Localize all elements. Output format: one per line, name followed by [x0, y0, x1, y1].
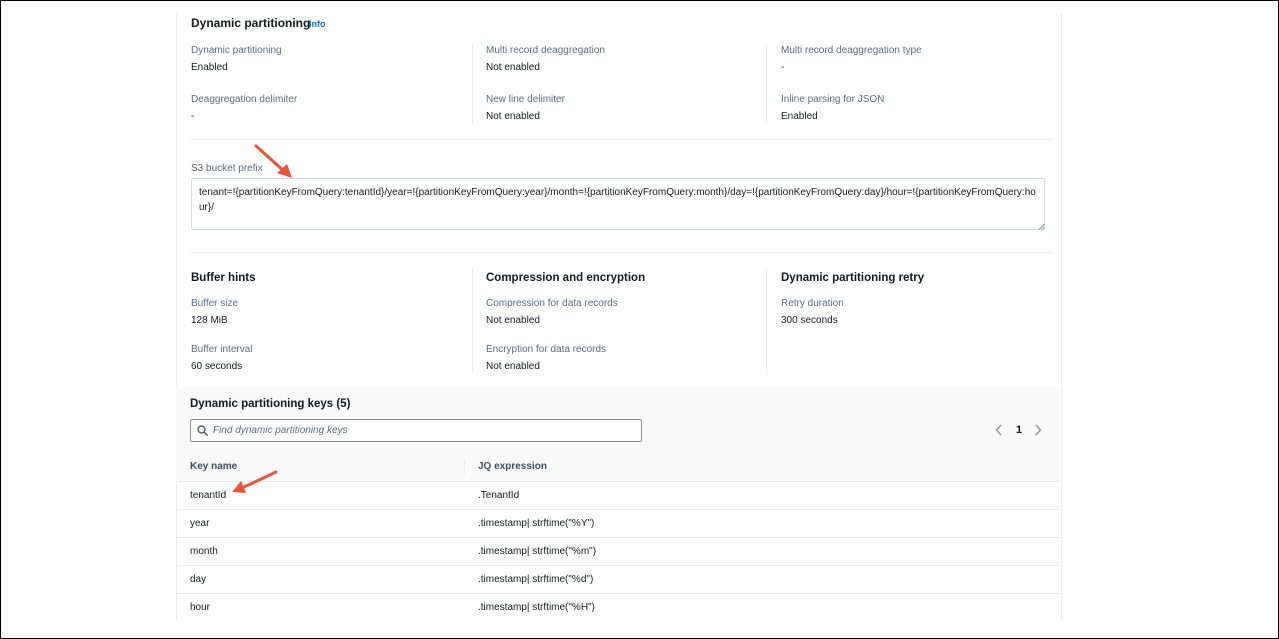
column-divider [472, 44, 473, 124]
chevron-right-icon[interactable] [1034, 424, 1042, 436]
arrow-annotation-icon [232, 470, 278, 493]
field-label: Buffer size [191, 298, 239, 309]
section-divider [191, 252, 1054, 253]
field-value: Not enabled [486, 111, 540, 122]
search-icon [197, 425, 208, 436]
arrow-annotation-icon [254, 144, 292, 178]
field-label: Dynamic partitioning [191, 45, 282, 56]
jq-expression-cell: .timestamp| strftime("%d") [478, 574, 594, 585]
section-divider [191, 139, 1054, 140]
table-row: hour .timestamp| strftime("%H") [176, 593, 1060, 622]
section-title-buffer-hints: Buffer hints [191, 272, 256, 284]
table-row: tenantId .TenantId [176, 481, 1060, 510]
table-row: month .timestamp| strftime("%m") [176, 537, 1060, 566]
info-link[interactable]: Info [309, 19, 326, 29]
keys-search-input[interactable] [213, 423, 633, 438]
field-label: Encryption for data records [486, 344, 607, 355]
keys-table-title: Dynamic partitioning keys (5) [190, 398, 351, 410]
field-value: - [781, 62, 785, 73]
field-value: Enabled [781, 111, 818, 122]
chevron-left-icon[interactable] [995, 424, 1003, 436]
column-divider [766, 268, 767, 374]
column-divider [766, 44, 767, 124]
jq-expression-cell: .timestamp| strftime("%H") [478, 602, 595, 613]
field-label: Compression for data records [486, 298, 618, 309]
field-value: Not enabled [486, 62, 540, 73]
key-name-cell: tenantId [190, 490, 227, 501]
field-label: Deaggregation delimiter [191, 94, 298, 105]
field-label: New line delimiter [486, 94, 565, 105]
field-value: Enabled [191, 62, 228, 73]
field-value: - [191, 111, 195, 122]
current-page-number[interactable]: 1 [1016, 424, 1022, 436]
column-header-divider [464, 459, 465, 474]
section-title-compression: Compression and encryption [486, 272, 646, 284]
field-value: Not enabled [486, 315, 540, 326]
section-title-dynamic-partitioning: Dynamic partitioning [191, 16, 311, 30]
field-value: 128 MiB [191, 315, 228, 326]
column-header-jq-expression: JQ expression [478, 461, 547, 472]
field-value: Not enabled [486, 361, 540, 372]
table-row: day .timestamp| strftime("%d") [176, 565, 1060, 594]
field-label: Multi record deaggregation [486, 45, 605, 56]
key-name-cell: day [190, 574, 207, 585]
field-label: Multi record deaggregation type [781, 45, 922, 56]
column-divider [472, 268, 473, 374]
jq-expression-cell: .timestamp| strftime("%m") [478, 546, 597, 557]
s3-prefix-textarea[interactable]: tenant=!{partitionKeyFromQuery:tenantId}… [191, 178, 1045, 230]
resize-grip-icon[interactable] [1038, 223, 1045, 230]
jq-expression-cell: .timestamp| strftime("%Y") [478, 518, 595, 529]
field-value: 300 seconds [781, 315, 838, 326]
section-title-retry: Dynamic partitioning retry [781, 272, 925, 284]
field-label: Inline parsing for JSON [781, 94, 885, 105]
key-name-cell: month [190, 546, 218, 557]
field-value: 60 seconds [191, 361, 243, 372]
key-name-cell: hour [190, 602, 211, 613]
table-row: year .timestamp| strftime("%Y") [176, 509, 1060, 538]
field-label: Retry duration [781, 298, 844, 309]
key-name-cell: year [190, 518, 210, 529]
keys-table-header: Key name JQ expression [176, 453, 1060, 480]
field-label: Buffer interval [191, 344, 253, 355]
keys-search-box[interactable] [190, 419, 642, 442]
jq-expression-cell: .TenantId [478, 490, 520, 501]
